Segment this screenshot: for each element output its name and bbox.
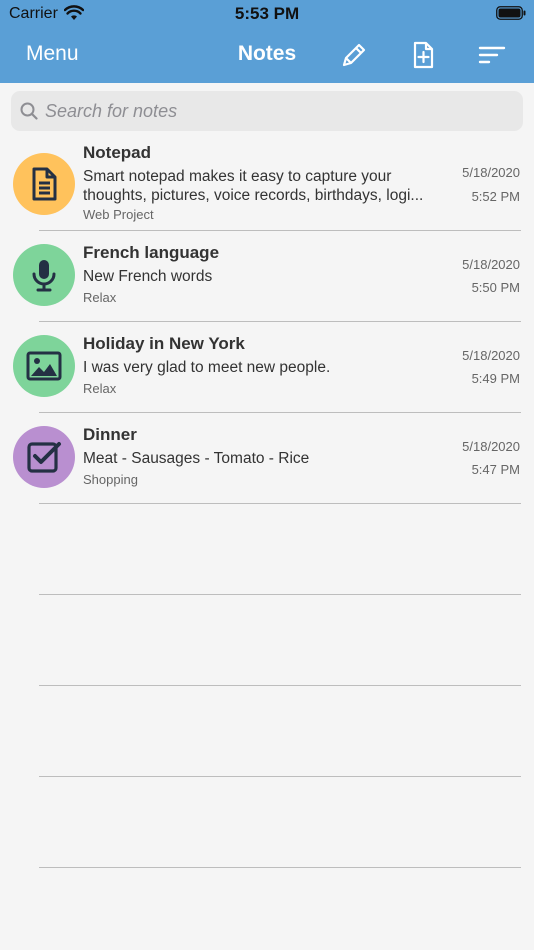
battery-icon xyxy=(496,6,526,20)
note-date: 5/18/2020 xyxy=(462,165,520,180)
row-divider xyxy=(39,503,521,504)
menu-button[interactable]: Menu xyxy=(26,42,79,66)
page-title: Notes xyxy=(237,42,297,65)
row-divider xyxy=(39,867,521,868)
note-time: 5:50 PM xyxy=(471,280,520,295)
note-preview: Smart notepad makes it easy to capture y… xyxy=(83,168,424,204)
sort-button[interactable] xyxy=(477,40,507,70)
note-date: 5/18/2020 xyxy=(462,348,520,363)
note-item-notepad[interactable]: Notepad Smart notepad makes it easy to c… xyxy=(0,139,534,230)
add-document-icon xyxy=(413,41,434,69)
note-avatar xyxy=(13,244,75,306)
note-time: 5:52 PM xyxy=(471,189,520,204)
note-avatar xyxy=(13,335,75,397)
sort-icon xyxy=(478,46,506,64)
note-preview: I was very glad to meet new people. xyxy=(83,359,331,376)
document-icon xyxy=(32,167,57,201)
row-divider xyxy=(39,776,521,777)
note-category: Shopping xyxy=(83,472,138,487)
note-time: 5:47 PM xyxy=(471,462,520,477)
note-date: 5/18/2020 xyxy=(462,439,520,454)
search-icon xyxy=(20,102,38,120)
new-note-button[interactable] xyxy=(408,40,438,70)
app-header: Carrier 5:53 PM Menu Notes xyxy=(0,0,534,83)
note-title: Dinner xyxy=(83,425,137,444)
note-item-french-language[interactable]: French language New French words Relax 5… xyxy=(0,231,534,322)
search-bar xyxy=(11,91,523,131)
note-title: French language xyxy=(83,243,220,262)
row-divider xyxy=(39,594,521,595)
microphone-icon xyxy=(32,260,56,292)
navigation-bar: Menu Notes xyxy=(0,28,534,83)
note-avatar xyxy=(13,426,75,488)
note-item-dinner[interactable]: Dinner Meat - Sausages - Tomato - Rice S… xyxy=(0,413,534,504)
status-time: 5:53 PM xyxy=(234,4,300,23)
image-icon xyxy=(26,351,62,381)
note-date: 5/18/2020 xyxy=(462,257,520,272)
note-category: Relax xyxy=(83,381,117,396)
note-title: Holiday in New York xyxy=(83,334,245,353)
note-category: Web Project xyxy=(83,207,154,222)
checkbox-icon xyxy=(27,442,61,473)
row-divider xyxy=(39,685,521,686)
note-preview: New French words xyxy=(83,268,213,285)
edit-button[interactable] xyxy=(339,40,369,70)
note-category: Relax xyxy=(83,290,117,305)
pencil-icon xyxy=(342,43,366,67)
note-item-holiday-in-new-york[interactable]: Holiday in New York I was very glad to m… xyxy=(0,322,534,413)
search-input[interactable] xyxy=(45,91,515,131)
status-bar: Carrier 5:53 PM xyxy=(0,0,534,28)
note-time: 5:49 PM xyxy=(471,371,520,386)
note-avatar xyxy=(13,153,75,215)
note-preview: Meat - Sausages - Tomato - Rice xyxy=(83,450,310,467)
note-title: Notepad xyxy=(83,143,151,162)
